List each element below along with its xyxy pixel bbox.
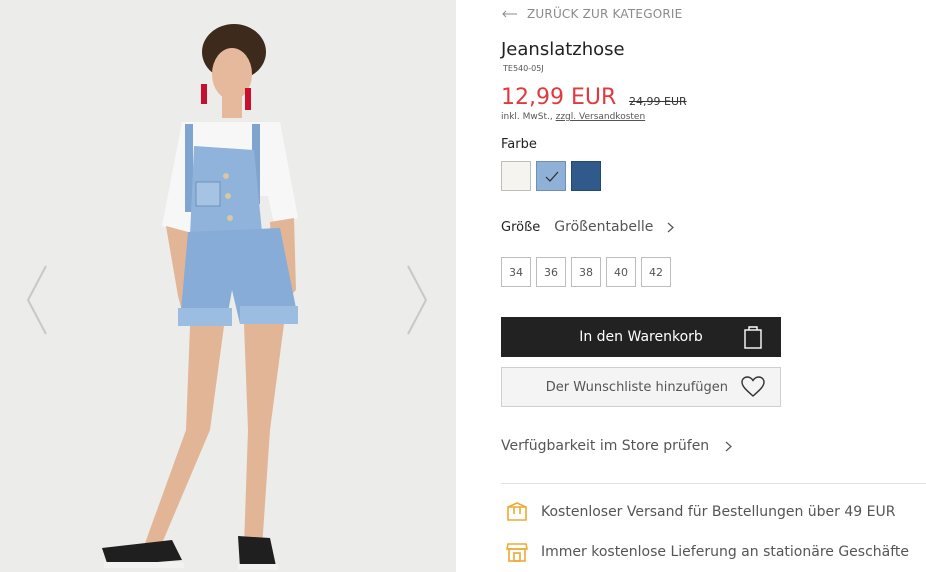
size-label: Größe [501,219,541,235]
check-store-availability-link[interactable]: Verfügbarkeit im Store prüfen [501,438,733,454]
color-swatch-light-denim[interactable] [536,161,566,191]
size-option-34[interactable]: 34 [501,257,531,287]
color-swatch-cream[interactable] [501,161,531,191]
size-chart-link[interactable]: Größentabelle [554,219,653,235]
add-to-cart-label: In den Warenkorb [579,329,703,345]
perk-free-shipping-text: Kostenloser Versand für Bestellungen übe… [541,504,896,520]
check-store-availability-label: Verfügbarkeit im Store prüfen [501,438,710,454]
delivery-box-icon [507,502,527,521]
product-gallery [0,0,456,572]
product-sku: TE540-05J [503,64,544,73]
perk-store-delivery: Immer kostenlose Lieferung an stationäre… [505,540,909,564]
old-price: 24,99 EUR [629,95,687,108]
perk-free-shipping: Kostenloser Versand für Bestellungen übe… [505,500,895,524]
current-price: 12,99 EUR [501,85,617,110]
back-label: ZURÜCK ZUR KATEGORIE [527,7,683,21]
product-title: Jeanslatzhose [501,39,625,60]
color-swatch-dark-denim[interactable] [571,161,601,191]
chevron-right-icon[interactable] [402,262,432,338]
chevron-right-icon[interactable] [667,222,675,233]
add-to-wishlist-button[interactable]: Der Wunschliste hinzufügen [501,367,781,407]
chevron-left-icon[interactable] [22,262,52,338]
shipping-costs-link[interactable]: zzgl. Versandkosten [556,112,646,122]
size-option-36[interactable]: 36 [536,257,566,287]
product-info-panel: ZURÜCK ZUR KATEGORIE Jeanslatzhose TE540… [501,0,926,572]
divider [501,483,926,484]
size-option-42[interactable]: 42 [641,257,671,287]
shopping-bag-icon [744,326,762,349]
add-to-wishlist-label: Der Wunschliste hinzufügen [545,379,728,395]
back-to-category-link[interactable]: ZURÜCK ZUR KATEGORIE [501,6,682,22]
arrow-left-icon [502,10,517,18]
chevron-right-icon [725,441,733,451]
product-image [0,0,456,572]
size-option-40[interactable]: 40 [606,257,636,287]
size-option-38[interactable]: 38 [571,257,601,287]
size-header: Größe Größentabelle [501,219,675,235]
color-label: Farbe [501,137,537,152]
store-icon [506,543,528,562]
heart-icon [741,376,765,397]
tax-prefix: inkl. MwSt., [501,112,553,122]
add-to-cart-button[interactable]: In den Warenkorb [501,317,781,357]
tax-note: inkl. MwSt., zzgl. Versandkosten [501,112,645,122]
perk-store-delivery-text: Immer kostenlose Lieferung an stationäre… [541,544,910,560]
check-icon [545,171,559,182]
